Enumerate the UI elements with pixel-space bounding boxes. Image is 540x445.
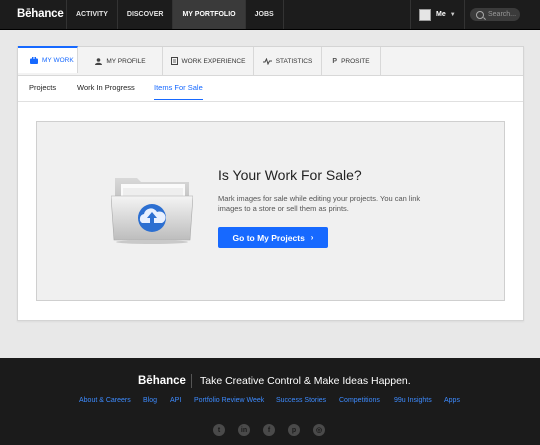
footer-link-blog[interactable]: Blog	[143, 397, 157, 404]
behance-logo[interactable]: Bēhance	[17, 8, 64, 20]
tab-my-work[interactable]: MY WORK	[18, 46, 78, 73]
footer-link-competitions[interactable]: Competitions	[339, 397, 380, 404]
footer-link-apps[interactable]: Apps	[444, 397, 460, 404]
subtab-work-in-progress[interactable]: Work In Progress	[77, 76, 135, 100]
nav-activity[interactable]: ACTIVITY	[66, 0, 117, 29]
empty-state-description: Mark images for sale while editing your …	[218, 194, 421, 213]
tab-label: STATISTICS	[275, 57, 313, 65]
pinterest-icon[interactable]: p	[288, 424, 300, 436]
tab-label: WORK EXPERIENCE	[181, 57, 246, 65]
nav-my-portfolio[interactable]: MY PORTFOLIO	[172, 0, 245, 29]
subtab-projects[interactable]: Projects	[29, 76, 56, 100]
avatar	[419, 8, 431, 21]
search-input[interactable]: Search...	[470, 8, 520, 21]
tab-work-experience[interactable]: WORK EXPERIENCE	[163, 47, 254, 75]
search-placeholder: Search...	[488, 11, 517, 18]
tab-label: PROSITE	[341, 57, 370, 65]
footer-logo[interactable]: Bēhance	[138, 375, 186, 387]
footer-link-api[interactable]: API	[170, 397, 181, 404]
tab-prosite[interactable]: P PROSITE	[322, 47, 381, 75]
tab-label: MY PROFILE	[106, 57, 146, 65]
twitter-icon[interactable]: t	[213, 424, 225, 436]
empty-state-headline: Is Your Work For Sale?	[218, 167, 362, 183]
document-icon	[170, 57, 178, 65]
button-label: Go to My Projects	[232, 232, 305, 243]
footer-divider	[191, 374, 192, 388]
user-menu-label: Me	[436, 11, 446, 18]
prosite-icon: P	[332, 57, 338, 65]
tab-label: MY WORK	[42, 57, 74, 64]
chevron-right-icon: ›	[310, 233, 314, 242]
linkedin-icon[interactable]: in	[238, 424, 250, 436]
portfolio-tabs: MY WORK MY PROFILE WORK EXPERIENCE STATI…	[18, 46, 523, 76]
pulse-icon	[262, 57, 272, 65]
footer-link-portfolio-review-week[interactable]: Portfolio Review Week	[194, 397, 264, 404]
footer-link-about-careers[interactable]: About & Careers	[79, 397, 131, 404]
footer-link-success-stories[interactable]: Success Stories	[276, 397, 326, 404]
empty-state-panel: Is Your Work For Sale? Mark images for s…	[36, 121, 505, 301]
person-icon	[95, 57, 103, 65]
portfolio-card: MY WORK MY PROFILE WORK EXPERIENCE STATI…	[17, 46, 524, 321]
main-nav: ACTIVITY DISCOVER MY PORTFOLIO JOBS	[66, 0, 284, 29]
nav-discover[interactable]: DISCOVER	[116, 0, 173, 29]
go-to-my-projects-button[interactable]: Go to My Projects ›	[218, 227, 328, 248]
footer-tagline: Take Creative Control & Make Ideas Happe…	[200, 375, 411, 387]
site-footer: Bēhance Take Creative Control & Make Ide…	[0, 358, 540, 445]
footer-link-99u-insights[interactable]: 99u Insights	[394, 397, 432, 404]
briefcase-icon	[30, 57, 38, 64]
user-menu[interactable]: Me ▼	[410, 0, 465, 29]
subtab-items-for-sale[interactable]: Items For Sale	[154, 76, 203, 100]
facebook-icon[interactable]: f	[263, 424, 275, 436]
tab-statistics[interactable]: STATISTICS	[254, 47, 322, 75]
sub-tabs: Projects Work In Progress Items For Sale	[18, 76, 523, 102]
nav-jobs[interactable]: JOBS	[244, 0, 284, 29]
cloud-upload-folder-icon	[111, 178, 193, 244]
tab-my-profile[interactable]: MY PROFILE	[79, 47, 163, 75]
top-navigation-bar: Bēhance ACTIVITY DISCOVER MY PORTFOLIO J…	[0, 0, 540, 30]
chevron-down-icon: ▼	[449, 11, 456, 18]
search-icon	[476, 10, 484, 19]
instagram-icon[interactable]: ◎	[313, 424, 325, 436]
